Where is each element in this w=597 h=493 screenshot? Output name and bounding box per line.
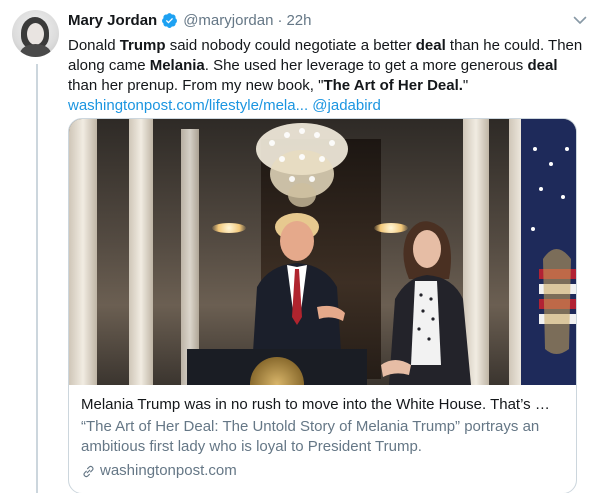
tweet-text-bold: deal [415, 37, 446, 54]
pillar [181, 129, 199, 385]
chevron-down-icon[interactable] [572, 12, 588, 28]
card-description: “The Art of Her Deal: The Untold Story o… [81, 418, 540, 455]
flag [521, 119, 576, 385]
tweet-text: Donald Trump said nobody could negotiate… [68, 36, 583, 116]
separator-dot: · [277, 11, 283, 29]
pillar [69, 119, 97, 385]
tweet-text-bold: deal [527, 57, 558, 74]
timestamp[interactable]: 22h [286, 12, 311, 29]
tweet-text-part: " [462, 77, 469, 94]
tweet-header: Mary Jordan @maryjordan · 22h [68, 10, 587, 30]
avatar-face [27, 23, 44, 45]
article-link[interactable]: washingtonpost.com/lifestyle/mela... [68, 97, 308, 114]
avatar[interactable] [12, 10, 59, 57]
pillar [129, 119, 153, 385]
tweet-text-part: Donald [68, 37, 120, 54]
card-title: Melania Trump was in no rush to move int… [81, 396, 550, 413]
avatar-body [20, 44, 51, 57]
link-preview-card[interactable]: Melania Trump was in no rush to move int… [68, 118, 577, 493]
card-body: Melania Trump was in no rush to move int… [69, 385, 576, 481]
card-domain: washingtonpost.com [81, 461, 564, 481]
thread-line [36, 64, 38, 493]
figure-woman [381, 215, 481, 385]
verified-badge-icon [161, 12, 178, 29]
tweet-text-part: . She used her leverage to get a more ge… [204, 57, 528, 74]
tweet-content: Mary Jordan @maryjordan · 22h Donald Tru… [68, 10, 587, 493]
tweet-text-part: than her prenup. From my new book, " [68, 77, 324, 94]
card-image[interactable] [69, 119, 576, 385]
tweet-text-bold: Trump [119, 37, 166, 54]
tweet-text-bold: The Art of Her Deal. [323, 77, 463, 94]
card-domain-text: washingtonpost.com [100, 462, 237, 479]
link-icon [81, 464, 96, 479]
chandelier [252, 119, 352, 209]
tweet-text-part: said nobody could negotiate a better [165, 37, 416, 54]
author-handle[interactable]: @maryjordan [183, 12, 273, 29]
tweet-text-bold: Melania [149, 57, 205, 74]
mention-link[interactable]: @jadabird [312, 97, 381, 114]
author-name[interactable]: Mary Jordan [68, 12, 157, 29]
